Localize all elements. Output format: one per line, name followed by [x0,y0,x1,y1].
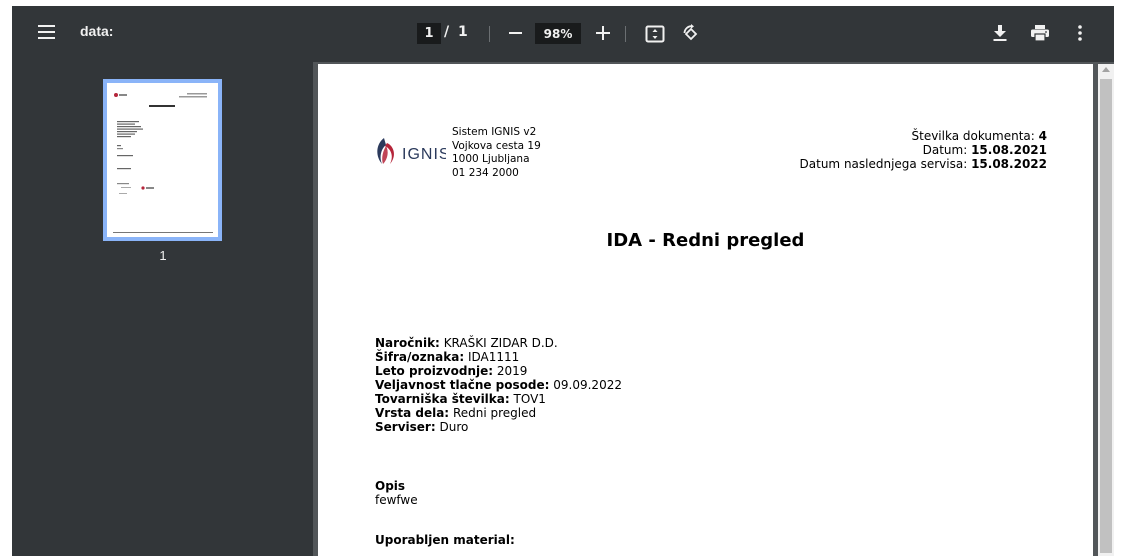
document-title: data: [80,23,114,39]
doc-number-label: Številka dokumenta: [911,129,1035,143]
field-row: Serviser: Duro [375,420,622,434]
company-info: Sistem IGNIS v2 Vojkova cesta 19 1000 Lj… [452,126,541,180]
menu-icon-bar [38,37,55,39]
thumbnail-preview [113,93,213,233]
scrollbar-thumb[interactable] [1100,79,1112,553]
fit-to-page-button[interactable] [643,22,667,46]
more-actions-button[interactable] [1068,21,1092,45]
company-phone: 01 234 2000 [452,166,519,179]
field-row: Veljavnost tlačne posode: 09.09.2022 [375,378,622,392]
plus-icon [596,26,610,40]
rotate-button[interactable] [678,21,704,47]
page-total: 1 [458,24,468,40]
field-label: Vrsta dela: [375,406,450,420]
ignis-logo: IGNIS [377,138,446,164]
next-service-value: 15.08.2022 [971,157,1047,171]
more-vert-icon [1078,25,1082,41]
download-button[interactable] [988,21,1012,45]
field-row: Leto proizvodnje: 2019 [375,364,622,378]
download-icon [993,25,1007,41]
print-icon [1031,25,1049,41]
menu-button[interactable] [34,22,60,44]
doc-number-value: 4 [1038,129,1047,143]
thumbnail-sidebar: 1 [12,62,313,556]
vertical-scrollbar[interactable] [1098,64,1114,556]
zoom-level-input[interactable]: 98% [535,23,581,44]
pdf-viewer: data: 1 / 1 98% 1 IGNIS Sistem IGNIS v2 … [12,6,1114,556]
rotate-icon [683,24,698,41]
company-city: 1000 Ljubljana [452,153,530,165]
field-label: Serviser: [375,420,436,434]
viewer-toolbar: data: 1 / 1 98% [12,6,1114,62]
field-label: Naročnik: [375,336,440,350]
field-label: Veljavnost tlačne posode: [375,378,550,392]
date-row: Datum: 15.08.2021 [800,143,1047,157]
field-label: Šifra/oznaka: [375,350,465,364]
zoom-out-button[interactable] [504,22,526,44]
field-value: 09.09.2022 [553,378,622,392]
field-value: KRAŠKI ZIDAR D.D. [443,336,558,350]
page-thumbnail[interactable] [103,79,222,241]
page-number-input[interactable]: 1 [417,23,441,44]
print-button[interactable] [1028,21,1052,45]
date-value: 15.08.2021 [971,143,1047,157]
field-row: Naročnik: KRAŠKI ZIDAR D.D. [375,336,622,350]
opis-label: Opis [375,479,406,493]
opis-value: fewfwe [375,493,418,507]
field-value: TOV1 [513,392,546,406]
company-name: Sistem IGNIS v2 [452,126,537,138]
field-row: Tovarniška številka: TOV1 [375,392,622,406]
field-value: Redni pregled [452,406,537,420]
toolbar-divider [489,26,490,42]
document-heading: IDA - Redni pregled [606,230,805,251]
scroll-up-arrow-icon[interactable] [1102,67,1110,72]
field-row: Šifra/oznaka: IDA1111 [375,350,622,364]
zoom-in-button[interactable] [592,22,614,44]
next-service-label: Datum naslednjega servisa: [799,157,968,171]
pdf-page: IGNIS Sistem IGNIS v2 Vojkova cesta 19 1… [318,64,1093,556]
field-list: Naročnik: KRAŠKI ZIDAR D.D. Šifra/oznaka… [375,336,622,434]
minus-icon [508,32,522,34]
logo-text: IGNIS [402,146,446,163]
field-value: Duro [439,420,469,434]
toolbar-divider [625,26,626,42]
date-label: Datum: [922,143,968,157]
next-service-row: Datum naslednjega servisa: 15.08.2022 [800,157,1047,171]
field-label: Leto proizvodnje: [375,364,494,378]
company-street: Vojkova cesta 19 [452,139,541,152]
fit-page-icon [645,25,665,43]
doc-number-row: Številka dokumenta: 4 [800,129,1048,143]
page-separator: / [444,24,450,40]
material-label: Uporabljen material: [375,533,515,547]
field-value: IDA1111 [467,350,520,364]
document-meta: Številka dokumenta: 4 Datum: 15.08.2021 … [800,129,1047,171]
field-value: 2019 [496,364,528,378]
field-row: Vrsta dela: Redni pregled [375,406,622,420]
field-label: Tovarniška številka: [375,392,510,406]
thumbnail-page-number: 1 [159,248,167,263]
menu-icon-bar [38,31,55,33]
menu-icon [38,25,55,27]
